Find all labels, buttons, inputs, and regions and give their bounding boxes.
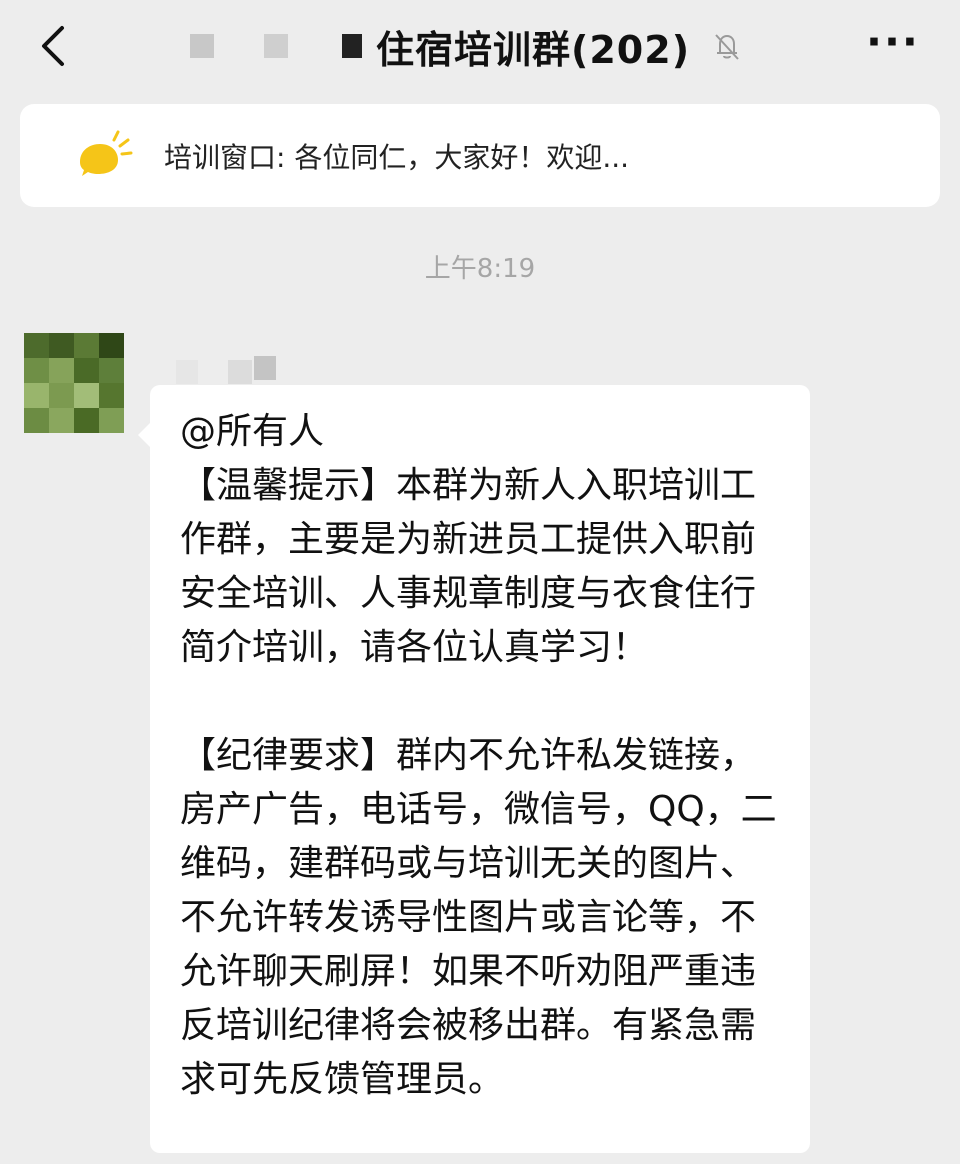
message-timestamp: 上午8:19 (424, 254, 536, 284)
blurred-name-block (342, 34, 362, 58)
more-options-button[interactable]: ··· (866, 21, 922, 72)
bubble-tail (138, 423, 150, 447)
announcement-text: 培训窗口: 各位同仁，大家好！欢迎... (164, 140, 630, 174)
blurred-name-block (190, 34, 214, 58)
bell-off-icon (715, 34, 739, 60)
sender-name-blurred (176, 356, 296, 384)
top-bar: 住宿培训群(202) ··· (0, 0, 960, 96)
back-button[interactable] (28, 16, 84, 76)
announcement-sun-icon (80, 130, 133, 176)
avatar[interactable] (24, 333, 124, 433)
chat-title-area: 住宿培训群(202) (190, 14, 744, 78)
message-text: @所有人 【温馨提示】本群为新人入职培训工作群，主要是为新进员工提供入职前安全培… (180, 411, 777, 1100)
chat-title: 住宿培训群(202) (376, 27, 691, 72)
more-dots-icon: ··· (866, 17, 920, 66)
message-bubble[interactable]: @所有人 【温馨提示】本群为新人入职培训工作群，主要是为新进员工提供入职前安全培… (138, 385, 810, 1153)
blurred-name-block (264, 34, 288, 58)
chevron-left-icon (42, 26, 64, 66)
group-announcement-bar[interactable]: 培训窗口: 各位同仁，大家好！欢迎... (20, 104, 940, 207)
